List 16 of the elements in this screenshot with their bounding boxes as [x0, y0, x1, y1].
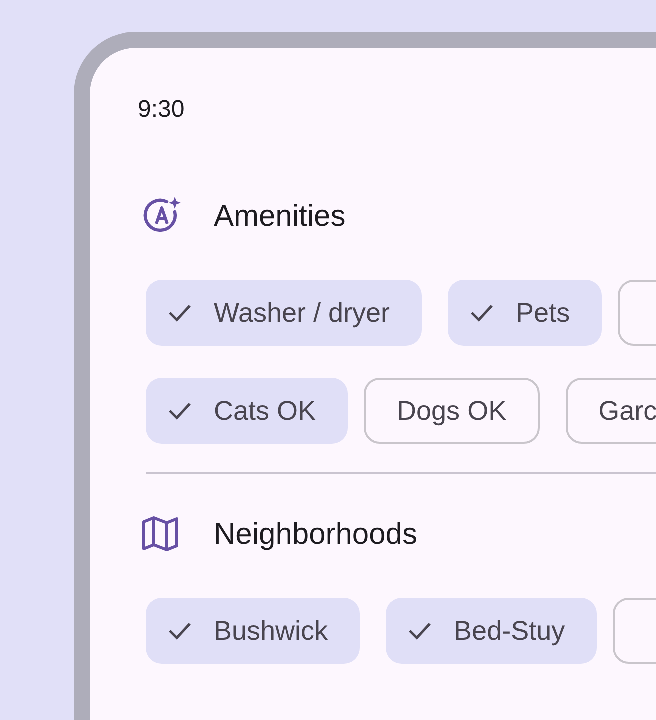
filter-chip[interactable]: Dogs OK [364, 378, 540, 444]
check-icon [168, 304, 192, 322]
section-title: Amenities [214, 198, 346, 234]
section-title: Neighborhoods [214, 516, 418, 552]
filter-chip[interactable]: Cats OK [146, 378, 348, 444]
filter-chip[interactable]: Garc [566, 378, 656, 444]
status-time: 9:30 [138, 96, 186, 124]
check-icon [470, 304, 494, 322]
check-icon [408, 622, 432, 640]
filter-chip[interactable]: Bushwick [146, 598, 360, 664]
filter-chip[interactable]: Washer / dryer [146, 280, 422, 346]
map-icon [142, 516, 180, 552]
filter-chip[interactable]: Bed-Stuy [386, 598, 598, 664]
check-icon [168, 402, 192, 420]
check-icon [168, 622, 192, 640]
filter-chip[interactable]: Pets [448, 280, 602, 346]
